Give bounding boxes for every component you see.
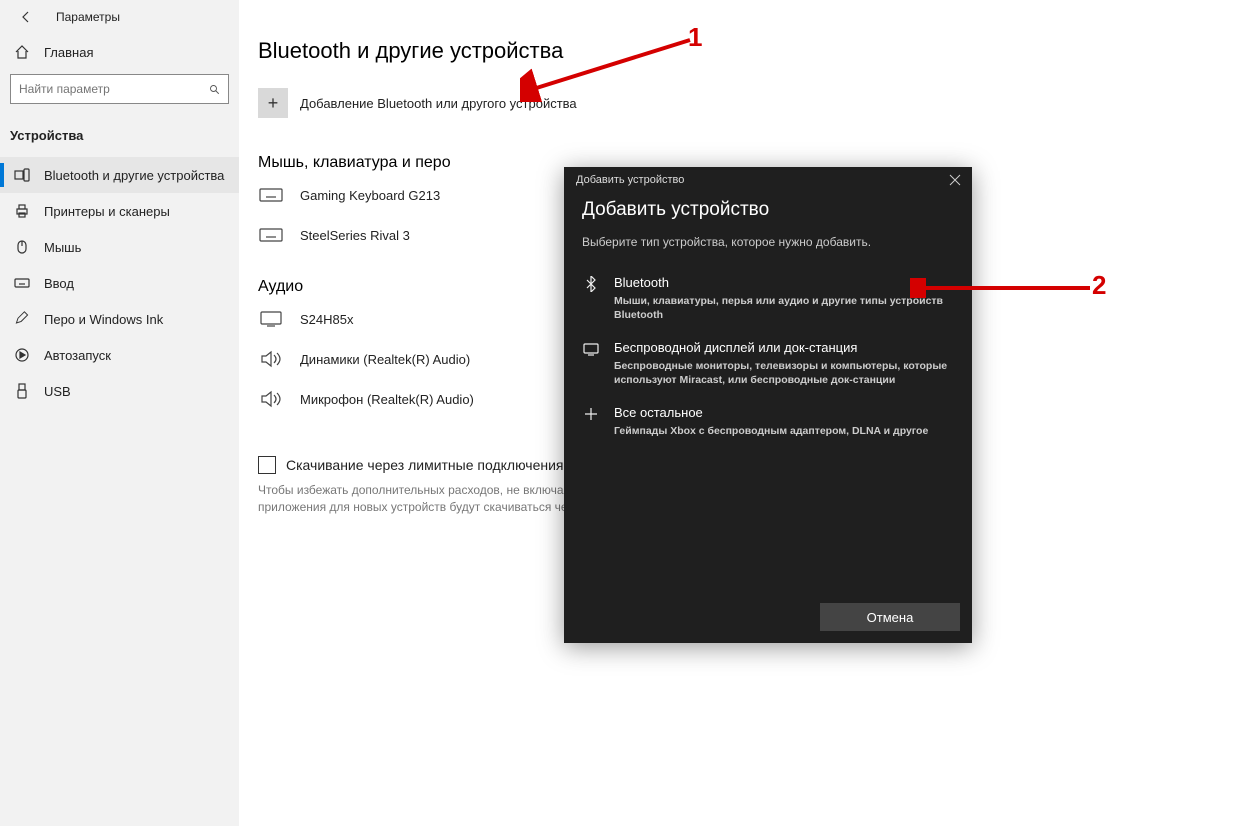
sidebar-item-label: USB: [44, 384, 71, 399]
checkbox-icon: [258, 456, 276, 474]
plus-icon: [582, 405, 600, 438]
sidebar-home-label: Главная: [44, 45, 93, 60]
sidebar-item-typing[interactable]: Ввод: [0, 265, 239, 301]
usb-icon: [14, 383, 30, 399]
sidebar-home[interactable]: Главная: [0, 34, 239, 70]
option-title: Bluetooth: [614, 275, 954, 292]
dialog-option-other[interactable]: Все остальное Геймпады Xbox с беспроводн…: [582, 397, 954, 448]
sidebar-item-printers[interactable]: Принтеры и сканеры: [0, 193, 239, 229]
devices-icon: [14, 167, 30, 183]
speaker-icon: [258, 390, 284, 408]
option-desc: Геймпады Xbox с беспроводным адаптером, …: [614, 424, 928, 438]
sidebar-item-label: Принтеры и сканеры: [44, 204, 170, 219]
dialog-option-bluetooth[interactable]: Bluetooth Мыши, клавиатуры, перья или ау…: [582, 267, 954, 332]
checkbox-label: Скачивание через лимитные подключения: [286, 457, 563, 473]
monitor-icon: [258, 310, 284, 328]
plus-icon: +: [258, 88, 288, 118]
device-label: S24H85x: [300, 312, 353, 327]
sidebar-item-autoplay[interactable]: Автозапуск: [0, 337, 239, 373]
device-label: SteelSeries Rival 3: [300, 228, 410, 243]
sidebar-item-usb[interactable]: USB: [0, 373, 239, 409]
add-device-button[interactable]: + Добавление Bluetooth или другого устро…: [258, 88, 1220, 118]
option-title: Беспроводной дисплей или док-станция: [614, 340, 954, 357]
autoplay-icon: [14, 347, 30, 363]
device-label: Микрофон (Realtek(R) Audio): [300, 392, 474, 407]
sidebar-item-label: Мышь: [44, 240, 81, 255]
speaker-icon: [258, 350, 284, 368]
annotation-arrow-2: [910, 278, 1100, 298]
sidebar-item-label: Автозапуск: [44, 348, 111, 363]
back-icon[interactable]: [18, 9, 34, 25]
close-icon[interactable]: [948, 173, 962, 187]
home-icon: [14, 44, 30, 60]
bluetooth-icon: [582, 275, 600, 322]
search-wrap: [0, 70, 239, 120]
window-title: Параметры: [56, 10, 120, 24]
keyboard-icon: [14, 275, 30, 291]
annotation-arrow-1: [520, 30, 700, 102]
keyboard-device-icon: [258, 226, 284, 244]
page-title: Bluetooth и другие устройства: [258, 38, 1220, 64]
dialog-title-bar: Добавить устройство: [564, 167, 972, 193]
mouse-icon: [14, 239, 30, 255]
device-label: Gaming Keyboard G213: [300, 188, 440, 203]
search-icon: [209, 83, 221, 95]
dialog-subheading: Выберите тип устройства, которое нужно д…: [582, 235, 954, 249]
dialog-option-wireless-display[interactable]: Беспроводной дисплей или док-станция Бес…: [582, 332, 954, 397]
sidebar-item-label: Перо и Windows Ink: [44, 312, 163, 327]
device-label: Динамики (Realtek(R) Audio): [300, 352, 470, 367]
dialog-heading: Добавить устройство: [582, 199, 954, 221]
printer-icon: [14, 203, 30, 219]
search-input[interactable]: [10, 74, 229, 104]
annotation-number-2: 2: [1092, 270, 1106, 301]
window-header: Параметры: [0, 0, 239, 34]
keyboard-device-icon: [258, 186, 284, 204]
sidebar-section-title: Устройства: [0, 120, 239, 157]
sidebar-item-label: Ввод: [44, 276, 74, 291]
option-desc: Мыши, клавиатуры, перья или аудио и друг…: [614, 294, 954, 322]
sidebar-item-label: Bluetooth и другие устройства: [44, 168, 224, 183]
sidebar-item-bluetooth[interactable]: Bluetooth и другие устройства: [0, 157, 239, 193]
sidebar: Параметры Главная Устройства Bluetooth и…: [0, 0, 240, 826]
display-icon: [582, 340, 600, 387]
add-device-dialog: Добавить устройство Добавить устройство …: [564, 167, 972, 643]
dialog-title-text: Добавить устройство: [576, 174, 684, 186]
option-desc: Беспроводные мониторы, телевизоры и комп…: [614, 359, 954, 387]
pen-icon: [14, 311, 30, 327]
annotation-number-1: 1: [688, 22, 702, 53]
option-title: Все остальное: [614, 405, 928, 422]
sidebar-item-mouse[interactable]: Мышь: [0, 229, 239, 265]
sidebar-item-pen[interactable]: Перо и Windows Ink: [0, 301, 239, 337]
cancel-button[interactable]: Отмена: [820, 603, 960, 631]
